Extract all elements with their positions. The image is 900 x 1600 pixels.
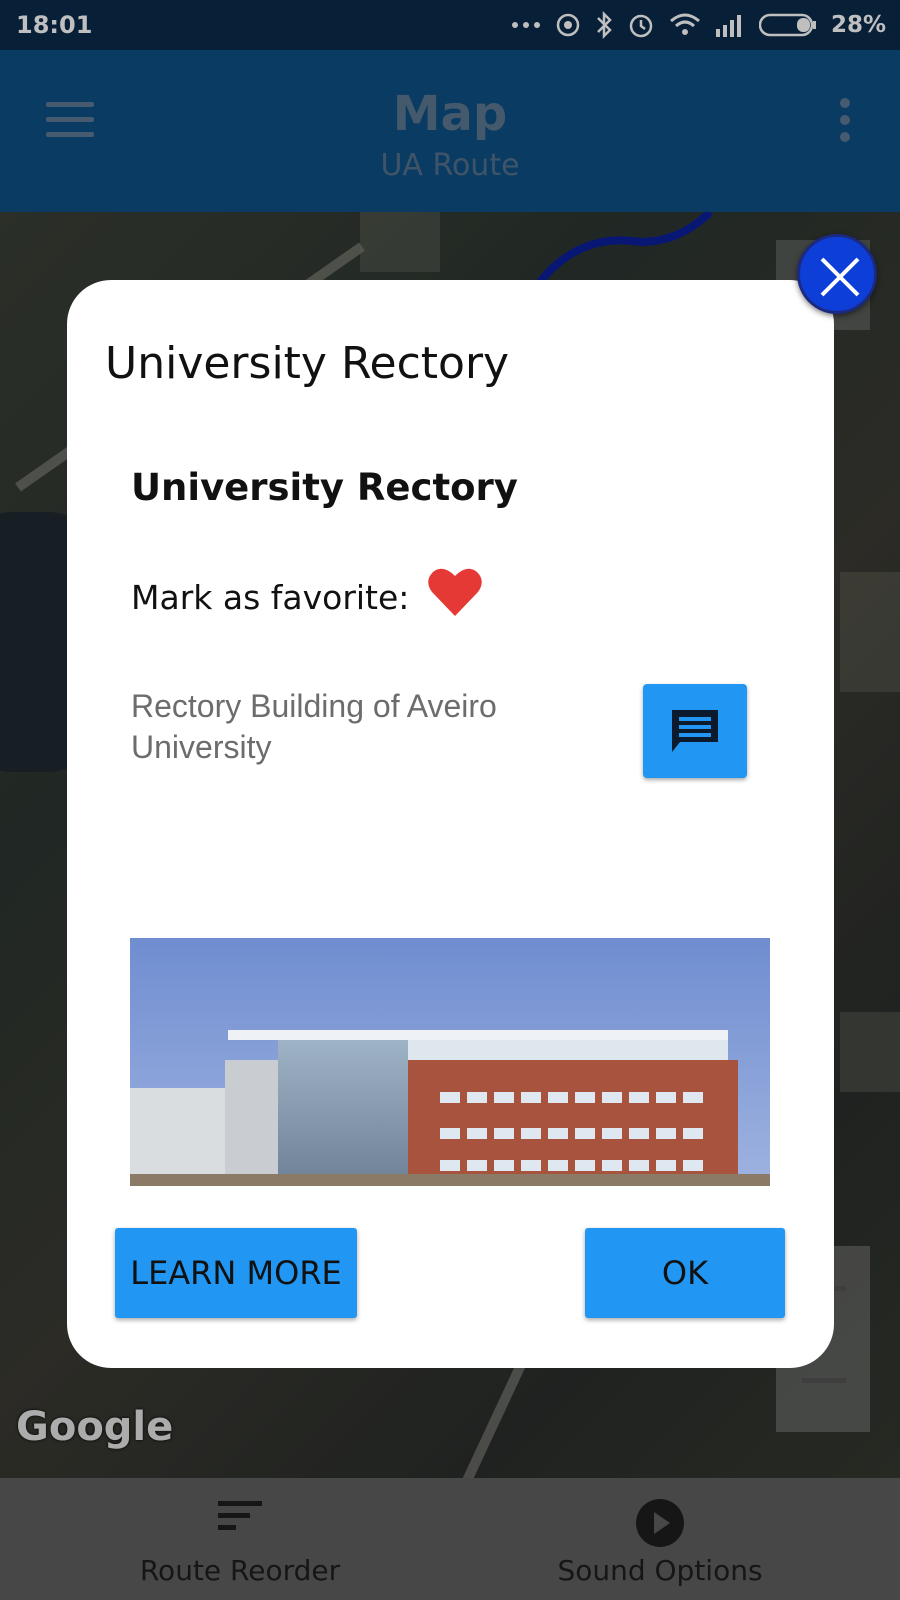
close-dialog-button[interactable] bbox=[797, 234, 877, 314]
favorite-heart-icon[interactable] bbox=[427, 566, 483, 618]
place-dialog: University Rectory University Rectory Ma… bbox=[67, 280, 834, 1368]
place-description: Rectory Building of Aveiro University bbox=[131, 688, 497, 765]
ok-button[interactable]: OK bbox=[585, 1228, 785, 1318]
close-icon bbox=[820, 257, 860, 297]
place-photo bbox=[130, 938, 770, 1186]
dialog-title: University Rectory bbox=[105, 338, 510, 389]
comment-icon bbox=[672, 710, 718, 752]
place-name: University Rectory bbox=[131, 466, 518, 509]
learn-more-button[interactable]: LEARN MORE bbox=[115, 1228, 357, 1318]
favorite-label: Mark as favorite: bbox=[131, 578, 410, 617]
comment-button[interactable] bbox=[643, 684, 747, 778]
